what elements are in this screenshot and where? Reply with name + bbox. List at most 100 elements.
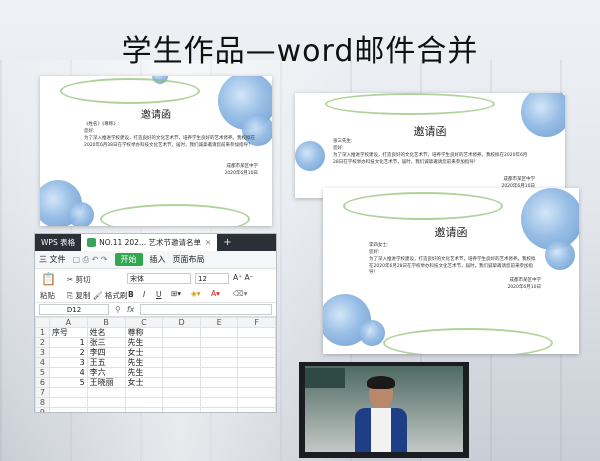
cell-e[interactable] (199, 377, 239, 388)
row-header[interactable]: 2 (35, 337, 50, 348)
zoom-icon[interactable]: ⚲ (115, 305, 121, 314)
font-name-select[interactable]: 宋体 (127, 273, 191, 284)
row-header[interactable]: 7 (35, 387, 50, 398)
menu-insert[interactable]: 插入 (150, 254, 166, 265)
menu-bar: 三 文件 ▢ ⎙ ↶ ↷ 开始 插入 页面布局 (35, 251, 276, 269)
cell-c[interactable]: 女士 (124, 347, 164, 358)
cell-b[interactable] (86, 397, 126, 408)
bold-icon[interactable]: B (128, 290, 134, 299)
cell-f[interactable] (237, 377, 276, 388)
row-header[interactable]: 6 (35, 377, 50, 388)
row-header[interactable]: 5 (35, 367, 50, 378)
cell-a[interactable] (48, 407, 88, 412)
cell-b[interactable]: 姓名 (86, 327, 126, 338)
cut-button[interactable]: ✂ 剪切 (67, 274, 91, 285)
formula-input[interactable] (140, 304, 272, 315)
close-icon[interactable]: ✕ (205, 238, 211, 247)
cell-a[interactable]: 3 (48, 357, 88, 368)
tab-document[interactable]: NO.11 202... 艺术节邀请名单 ✕ (81, 234, 218, 251)
cell-b[interactable] (86, 387, 126, 398)
cell-b[interactable]: 张三 (86, 337, 126, 348)
cell-c[interactable] (124, 397, 164, 408)
cell-f[interactable] (237, 337, 276, 348)
cell-b[interactable]: 李六 (86, 367, 126, 378)
cell-a[interactable]: 1 (48, 337, 88, 348)
copy-button[interactable]: ⎘ 复制 (67, 290, 90, 301)
new-tab-plus-icon[interactable]: + (217, 237, 237, 248)
cell-c[interactable]: 先生 (124, 337, 164, 348)
cell-c[interactable]: 先生 (124, 357, 164, 368)
column-header[interactable]: E (199, 317, 239, 328)
cell-a[interactable] (48, 387, 88, 398)
row-header[interactable]: 4 (35, 357, 50, 368)
row-header[interactable]: 8 (35, 397, 50, 408)
cell-d[interactable] (162, 337, 201, 348)
cell-c[interactable]: 尊称 (124, 327, 164, 338)
menu-page-layout[interactable]: 页面布局 (173, 254, 205, 265)
cell-c[interactable] (124, 407, 164, 412)
quick-access-icons[interactable]: ▢ ⎙ ↶ ↷ (73, 255, 108, 265)
cell-b[interactable]: 王五 (86, 357, 126, 368)
fx-icon[interactable]: fx (127, 305, 135, 314)
clear-format-icon[interactable]: ⌫▾ (233, 289, 247, 298)
cell-e[interactable] (199, 387, 239, 398)
underline-icon[interactable]: U (156, 290, 162, 299)
cell-d[interactable] (162, 407, 201, 412)
cell-f[interactable] (237, 327, 276, 338)
cell-d[interactable] (162, 377, 201, 388)
cell-e[interactable] (199, 397, 239, 408)
cell-d[interactable] (162, 387, 201, 398)
cell-e[interactable] (199, 347, 239, 358)
column-header[interactable]: D (162, 317, 201, 328)
cell-b[interactable]: 李四 (86, 347, 126, 358)
column-header[interactable]: F (237, 317, 276, 328)
paste-icon[interactable]: 📋 (41, 272, 56, 286)
cell-a[interactable] (48, 397, 88, 408)
cell-f[interactable] (237, 407, 276, 412)
row-header[interactable]: 1 (35, 327, 50, 338)
paste-button[interactable]: 粘贴 (40, 290, 55, 301)
cell-e[interactable] (199, 407, 239, 412)
cell-c[interactable] (124, 387, 164, 398)
cell-c[interactable]: 女士 (124, 377, 164, 388)
border-icon[interactable]: ⊞▾ (171, 289, 181, 298)
column-header[interactable]: C (124, 317, 164, 328)
font-size-select[interactable]: 12 (195, 273, 229, 284)
font-color-icon[interactable]: A▾ (211, 289, 220, 298)
cell-e[interactable] (199, 357, 239, 368)
cell-e[interactable] (199, 337, 239, 348)
cell-a[interactable]: 序号 (48, 327, 88, 338)
name-box[interactable]: D12 (39, 304, 109, 315)
select-all-corner[interactable] (35, 317, 50, 328)
cell-f[interactable] (237, 387, 276, 398)
cell-f[interactable] (237, 367, 276, 378)
cell-f[interactable] (237, 397, 276, 408)
cell-a[interactable]: 4 (48, 367, 88, 378)
cell-b[interactable] (86, 407, 126, 412)
cell-b[interactable]: 王晓丽 (86, 377, 126, 388)
cell-d[interactable] (162, 327, 201, 338)
row-header[interactable]: 3 (35, 347, 50, 358)
menu-start[interactable]: 开始 (114, 253, 143, 266)
cell-e[interactable] (199, 367, 239, 378)
cell-a[interactable]: 2 (48, 347, 88, 358)
font-grow-icon[interactable]: A⁺ A⁻ (233, 273, 254, 282)
cell-d[interactable] (162, 367, 201, 378)
cell-f[interactable] (237, 347, 276, 358)
format-painter-button[interactable]: 🖌 格式刷 (93, 290, 127, 301)
row-header[interactable]: 9 (35, 407, 50, 412)
column-header[interactable]: B (86, 317, 126, 328)
menu-file[interactable]: 三 文件 (39, 254, 66, 265)
cell-d[interactable] (162, 347, 201, 358)
cell-a[interactable]: 5 (48, 377, 88, 388)
cell-d[interactable] (162, 397, 201, 408)
column-header[interactable]: A (48, 317, 88, 328)
cell-d[interactable] (162, 357, 201, 368)
fill-color-icon[interactable]: ◈▾ (191, 289, 201, 298)
cell-c[interactable]: 先生 (124, 367, 164, 378)
cell-e[interactable] (199, 327, 239, 338)
cell-grid: A B C D E F 1 序号 姓名 尊称 2 1 张三 先生 3 2 李四 … (35, 317, 276, 412)
tab-wps-home[interactable]: WPS 表格 (35, 234, 81, 251)
cell-f[interactable] (237, 357, 276, 368)
italic-icon[interactable]: I (143, 290, 145, 299)
